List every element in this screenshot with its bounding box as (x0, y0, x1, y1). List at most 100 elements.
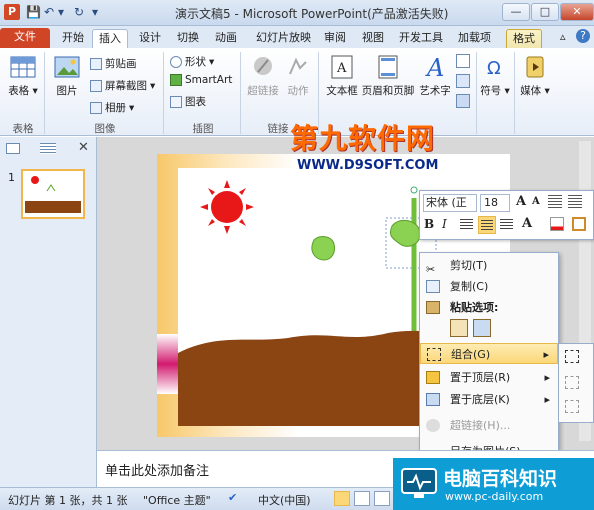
shapes-button[interactable]: 形状 ▾ (170, 54, 214, 69)
language[interactable]: 中文(中国) (258, 492, 311, 508)
grow-font-button[interactable]: A (516, 194, 526, 209)
album-button[interactable]: 相册 ▾ (90, 100, 134, 115)
tab-home[interactable]: 开始 (56, 29, 90, 48)
paste-keep-format-icon[interactable] (450, 319, 468, 337)
header-footer-button[interactable]: 页眉和页脚 (360, 54, 416, 98)
watermark-brand: 第九软件网 (290, 122, 436, 155)
action-button[interactable]: 动作 (284, 54, 312, 98)
tab-file[interactable]: 文件 (0, 28, 50, 48)
wordart-button[interactable]: A 艺术字 (418, 54, 452, 98)
undo-icon[interactable]: ↶ (44, 5, 54, 19)
restore-button[interactable]: □ (531, 3, 559, 21)
title-bar: P 💾 ↶ ▾ ↻ ▾ 演示文稿5 - Microsoft PowerPoint… (0, 0, 594, 26)
redo-icon[interactable]: ↻ (74, 5, 84, 19)
tab-developer[interactable]: 开发工具 (393, 29, 449, 48)
help-icon[interactable]: ? (576, 29, 590, 43)
chart-icon (170, 95, 182, 108)
tab-insert[interactable]: 插入 (92, 29, 128, 48)
submenu-arrow-icon: ▸ (543, 348, 549, 361)
media-label: 媒体 (520, 85, 542, 97)
table-dropdown-icon: ▾ (29, 85, 38, 97)
chart-button[interactable]: 图表 (170, 94, 206, 109)
align-center-button[interactable] (478, 216, 496, 234)
paste-picture-icon[interactable] (473, 319, 491, 337)
group-table-label: 表格 (12, 123, 34, 135)
tab-slideshow[interactable]: 幻灯片放映 (250, 29, 317, 48)
close-pane-icon[interactable]: ✕ (78, 140, 89, 155)
group-icon[interactable] (565, 350, 579, 363)
symbol-button[interactable]: Ω 符号 ▾ (480, 54, 510, 98)
menu-item-label: 复制(C) (450, 280, 489, 293)
textbox-icon: A (331, 55, 353, 79)
powerpoint-app-icon[interactable]: P (4, 4, 20, 20)
undo-dropdown-icon[interactable]: ▾ (58, 5, 64, 19)
save-icon[interactable]: 💾 (26, 5, 41, 19)
menu-item-send-to-back[interactable]: 置于底层(K) ▸ (420, 389, 558, 410)
tab-transitions[interactable]: 切换 (171, 29, 205, 48)
date-time-icon[interactable] (456, 54, 470, 68)
header-footer-icon (378, 55, 398, 79)
minimize-button[interactable]: — (502, 3, 530, 21)
slide-decoration (157, 334, 178, 394)
menu-item-hyperlink[interactable]: 超链接(H)... (420, 415, 558, 436)
slide-sorter-icon[interactable] (354, 491, 370, 506)
align-right-icon[interactable] (500, 219, 513, 231)
screenshot-button[interactable]: 屏幕截图 ▾ (90, 78, 155, 93)
hyperlink-icon (426, 419, 440, 432)
submenu-arrow-icon: ▸ (544, 371, 550, 384)
font-color-button[interactable]: A (522, 216, 532, 231)
normal-view-icon[interactable] (334, 491, 350, 506)
picture-label: 图片 (56, 85, 78, 97)
album-dropdown-icon: ▾ (129, 101, 135, 114)
shrink-font-button[interactable]: A (532, 196, 540, 207)
ribbon-tab-bar: 文件 开始 插入 设计 切换 动画 幻灯片放映 审阅 视图 开发工具 加载项 格… (0, 26, 594, 48)
font-size-select[interactable]: 18 (480, 194, 510, 212)
customize-qat-icon[interactable]: ▾ (92, 5, 98, 19)
regroup-icon[interactable] (565, 400, 579, 413)
format-painter-icon[interactable] (548, 195, 562, 209)
send-to-back-icon (426, 393, 440, 406)
menu-item-copy[interactable]: 复制(C) (420, 276, 558, 297)
menu-item-group[interactable]: 组合(G) ▸ (420, 343, 558, 364)
bold-button[interactable]: B (424, 217, 434, 231)
ribbon-separator (240, 52, 241, 134)
reading-view-icon[interactable] (374, 491, 390, 506)
media-button[interactable]: 媒体 ▾ (518, 54, 552, 98)
hyperlink-button[interactable]: 超链接 (244, 54, 282, 98)
smartart-icon (170, 74, 182, 86)
textbox-button[interactable]: A 文本框 (322, 54, 362, 98)
outline-tab-icon[interactable] (40, 143, 56, 154)
svg-text:Ω: Ω (487, 58, 501, 79)
tab-view[interactable]: 视图 (356, 29, 390, 48)
align-left-icon[interactable] (460, 219, 473, 231)
slides-tab-icon[interactable] (6, 143, 20, 154)
italic-button[interactable]: I (442, 217, 447, 231)
sun-icon (200, 180, 254, 234)
tab-review[interactable]: 审阅 (318, 29, 352, 48)
menu-item-label: 组合(G) (451, 348, 491, 361)
tab-addins[interactable]: 加载项 (452, 29, 497, 48)
slide-number-icon[interactable] (456, 74, 470, 88)
group-image-label: 图像 (94, 123, 116, 135)
fill-color-icon[interactable] (550, 217, 564, 231)
indent-icon[interactable] (568, 195, 582, 209)
window-title: 演示文稿5 - Microsoft PowerPoint(产品激活失败) (175, 7, 449, 21)
slide-thumbnail[interactable] (21, 169, 85, 219)
smartart-button[interactable]: SmartArt (170, 74, 232, 86)
tab-animations[interactable]: 动画 (209, 29, 243, 48)
table-button[interactable]: 表格 ▾ (6, 54, 40, 98)
close-button[interactable]: ✕ (560, 3, 594, 21)
ungroup-icon[interactable] (565, 376, 579, 389)
outline-color-icon[interactable] (572, 217, 586, 231)
menu-item-bring-to-front[interactable]: 置于顶层(R) ▸ (420, 367, 558, 388)
font-name-select[interactable]: 宋体 (正 (423, 194, 477, 212)
menu-item-cut[interactable]: ✂ 剪切(T) (420, 255, 558, 276)
table-icon (10, 56, 36, 78)
ribbon-collapse-icon[interactable]: ▵ (560, 30, 566, 43)
tab-design[interactable]: 设计 (133, 29, 167, 48)
spell-check-icon[interactable]: ✔ (228, 491, 237, 504)
picture-button[interactable]: 图片 (50, 54, 84, 98)
clipart-button[interactable]: 剪贴画 (90, 56, 137, 71)
object-icon[interactable] (456, 94, 470, 108)
tab-format[interactable]: 格式 (506, 29, 542, 48)
